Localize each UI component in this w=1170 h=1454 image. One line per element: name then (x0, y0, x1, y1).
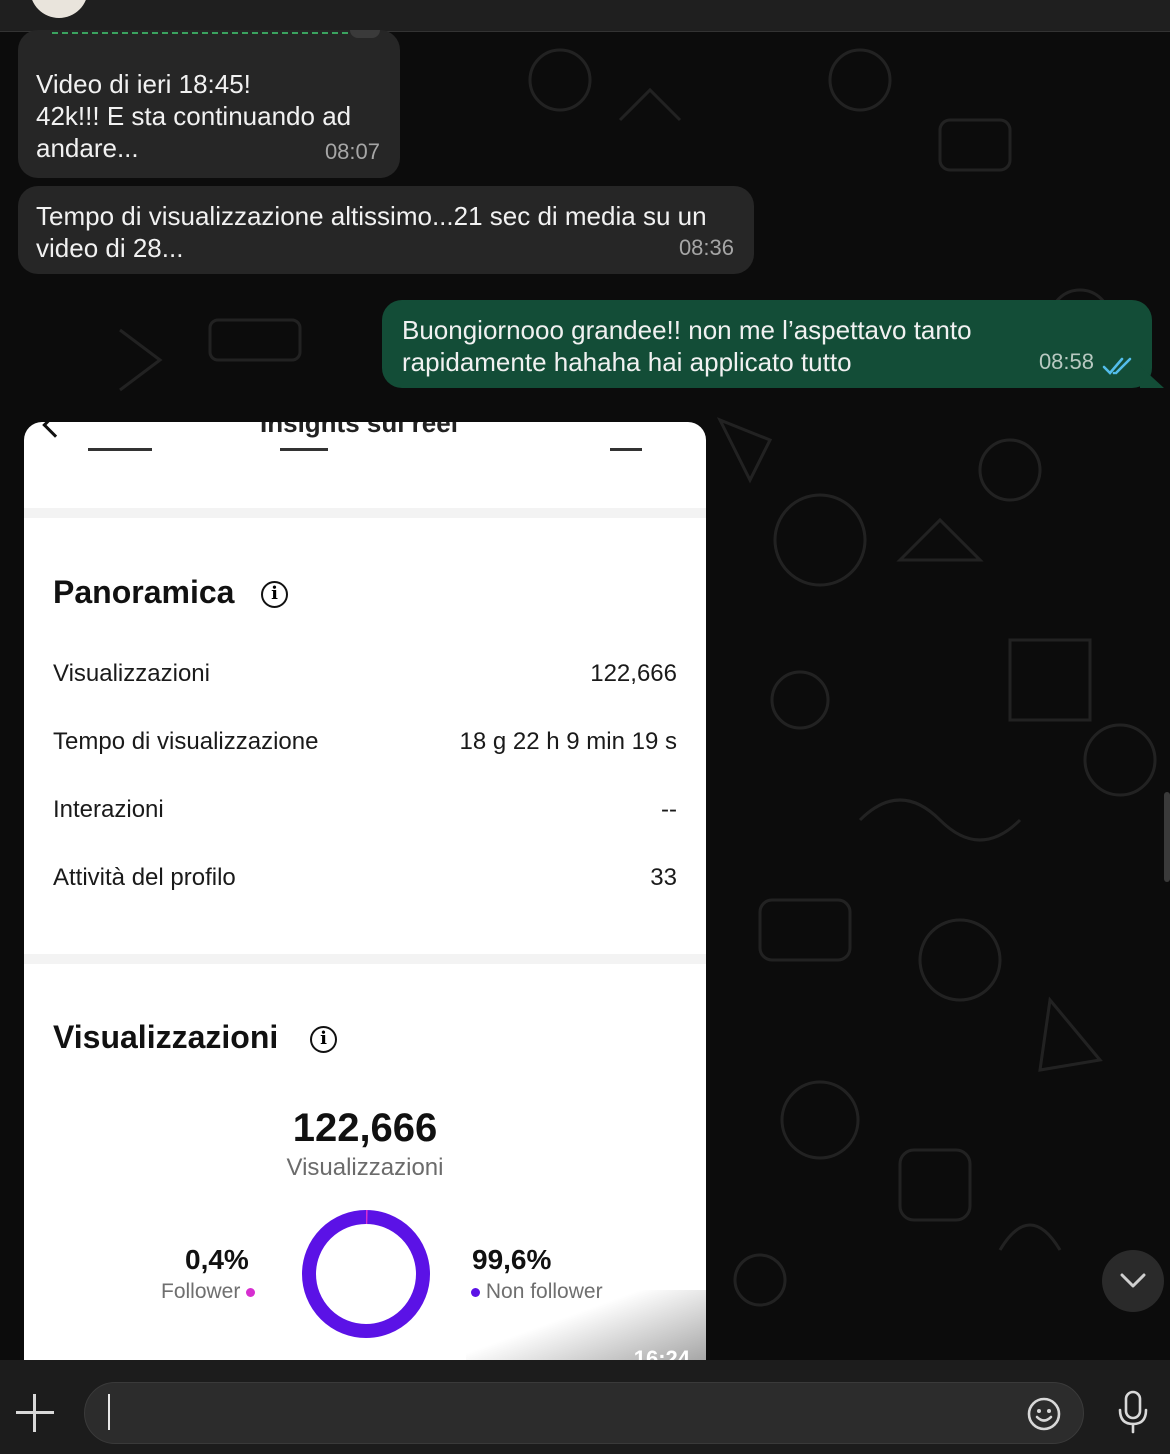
follower-dot (246, 1287, 256, 1297)
composer-bar (0, 1360, 1170, 1454)
message-line: Tempo di visualizzazione altissimo...21 … (36, 201, 707, 231)
chat-screen: Video di ieri 18:45! 42k!!! E sta contin… (0, 0, 1170, 1454)
views-donut-chart (302, 1210, 430, 1338)
insights-header-title: Insights sul reel (260, 422, 458, 438)
incoming-message[interactable]: Video di ieri 18:45! 42k!!! E sta contin… (18, 30, 400, 178)
cropped-stat (280, 448, 328, 456)
stat-value: 122,666 (590, 660, 677, 687)
follower-percent: 0,4% (185, 1244, 249, 1275)
message-line: 42k!!! E sta continuando ad (36, 101, 352, 131)
mic-icon[interactable] (1116, 1390, 1150, 1436)
double-check-icon (1102, 357, 1132, 375)
message-line: video di 28... (36, 233, 184, 263)
sticker-icon[interactable] (1026, 1396, 1062, 1432)
stat-value: 33 (650, 864, 677, 891)
outgoing-message[interactable]: Buongiornooo grandee!! non me l’aspettav… (382, 300, 1152, 388)
stat-label: Attività del profilo (53, 864, 236, 891)
contact-avatar[interactable] (30, 0, 88, 18)
follower-label: Follower (161, 1280, 241, 1303)
non-follower-percent: 99,6% (472, 1244, 552, 1275)
message-line: Video di ieri 18:45! (36, 69, 251, 99)
scroll-to-bottom-button[interactable] (1102, 1250, 1164, 1312)
section-divider (24, 508, 706, 518)
section-divider (24, 954, 706, 964)
reaction-remnant (350, 30, 380, 38)
text-caret (108, 1394, 110, 1430)
cropped-stat (610, 448, 642, 456)
views-total: 122,666 (292, 1106, 438, 1150)
info-icon: i (310, 1026, 337, 1053)
info-icon: i (261, 581, 288, 608)
message-input[interactable] (84, 1382, 1084, 1444)
incoming-message[interactable]: Tempo di visualizzazione altissimo...21 … (18, 186, 754, 274)
message-time: 08:07 (324, 139, 380, 164)
stat-label: Interazioni (53, 796, 164, 823)
follower-legend: Follower (161, 1280, 256, 1304)
stat-value: 18 g 22 h 9 min 19 s (459, 728, 677, 755)
stat-label: Tempo di visualizzazione (53, 728, 319, 755)
chat-header[interactable] (0, 0, 1170, 32)
message-line: Buongiornooo grandee!! non me l’aspettav… (402, 315, 972, 345)
stat-label: Visualizzazioni (53, 660, 210, 687)
views-title: Visualizzazioni (53, 1019, 279, 1055)
cropped-stat (88, 448, 152, 456)
stat-value: -- (661, 796, 677, 823)
chevron-down-icon (1120, 1273, 1146, 1288)
views-total-label: Visualizzazioni (286, 1154, 444, 1181)
overview-title: Panoramica (53, 574, 235, 610)
plus-icon[interactable] (16, 1394, 54, 1432)
back-arrow-icon (42, 422, 68, 438)
image-time: 16:24 (633, 1346, 690, 1360)
message-time: 08:36 (678, 235, 734, 260)
quoted-link-remnant (52, 30, 358, 34)
message-time: 08:58 (1038, 349, 1094, 374)
message-line: rapidamente hahaha hai applicato tutto (402, 347, 852, 377)
non-follower-arc (302, 1210, 430, 1338)
scrollbar-handle[interactable] (1164, 792, 1170, 882)
image-message[interactable]: Insights sul reel Panoramica i Visualizz… (24, 422, 706, 1360)
